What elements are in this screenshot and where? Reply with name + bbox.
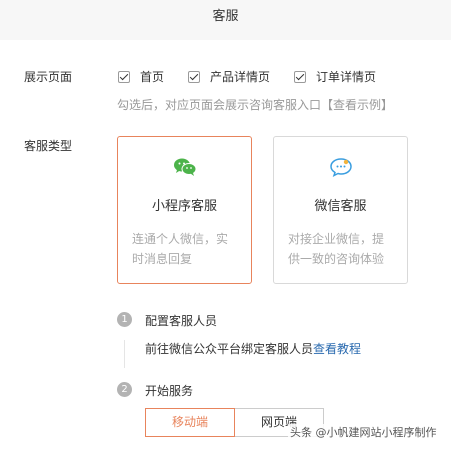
- page-header: 客服: [0, 0, 451, 40]
- checkbox-product-detail[interactable]: 产品详情页: [188, 68, 270, 85]
- card-desc-line: 时消息回复: [132, 252, 193, 266]
- view-example-link[interactable]: 【查看示例】: [321, 98, 393, 112]
- card-miniprogram-service[interactable]: 小程序客服 连通个人微信，实 时消息回复: [117, 136, 252, 284]
- hint-text: 勾选后，对应页面会展示咨询客服入口: [117, 98, 322, 112]
- checkbox-order-detail-box[interactable]: [294, 70, 306, 83]
- display-pages-label: 展示页面: [24, 70, 73, 84]
- checkbox-order-detail[interactable]: 订单详情页: [294, 68, 376, 85]
- wechat-icon: [173, 158, 196, 176]
- view-tutorial-link[interactable]: 查看教程: [313, 342, 361, 356]
- checkbox-home[interactable]: 首页: [118, 68, 164, 85]
- card-wechat-service[interactable]: 微信客服 对接企业微信，提 供一致的咨询体验: [273, 136, 408, 284]
- step-title: 开始服务: [145, 384, 194, 398]
- card-desc-line: 对接企业微信，提: [288, 232, 385, 246]
- card-title: 小程序客服: [151, 199, 217, 214]
- chat-bubble-icon: [329, 158, 352, 177]
- card-description: 对接企业微信，提 供一致的咨询体验: [288, 229, 397, 269]
- checkbox-home-label: 首页: [140, 70, 165, 84]
- watermark: 头条 @小帆建网站小程序制作: [288, 424, 439, 440]
- display-pages-hint: 勾选后，对应页面会展示咨询客服入口【查看示例】: [117, 96, 393, 113]
- card-desc-line: 供一致的咨询体验: [288, 252, 385, 266]
- service-type-label: 客服类型: [24, 139, 73, 153]
- checkbox-order-detail-label: 订单详情页: [316, 70, 377, 84]
- step-description-text: 前往微信公众平台绑定客服人员: [145, 342, 314, 356]
- card-title: 微信客服: [314, 199, 367, 214]
- checkbox-home-box[interactable]: [118, 70, 130, 83]
- card-desc-line: 连通个人微信，实: [132, 232, 229, 246]
- page-title: 客服: [212, 9, 239, 24]
- step-number-badge: 2: [117, 382, 132, 397]
- tab-mobile[interactable]: 移动端: [145, 408, 235, 437]
- card-description: 连通个人微信，实 时消息回复: [132, 229, 241, 269]
- checkbox-product-detail-label: 产品详情页: [210, 70, 271, 84]
- step-number-badge: 1: [117, 312, 132, 327]
- step-title: 配置客服人员: [145, 314, 218, 328]
- step-description: 前往微信公众平台绑定客服人员查看教程: [145, 340, 361, 357]
- step-connector: [124, 340, 125, 368]
- checkbox-product-detail-box[interactable]: [188, 70, 200, 83]
